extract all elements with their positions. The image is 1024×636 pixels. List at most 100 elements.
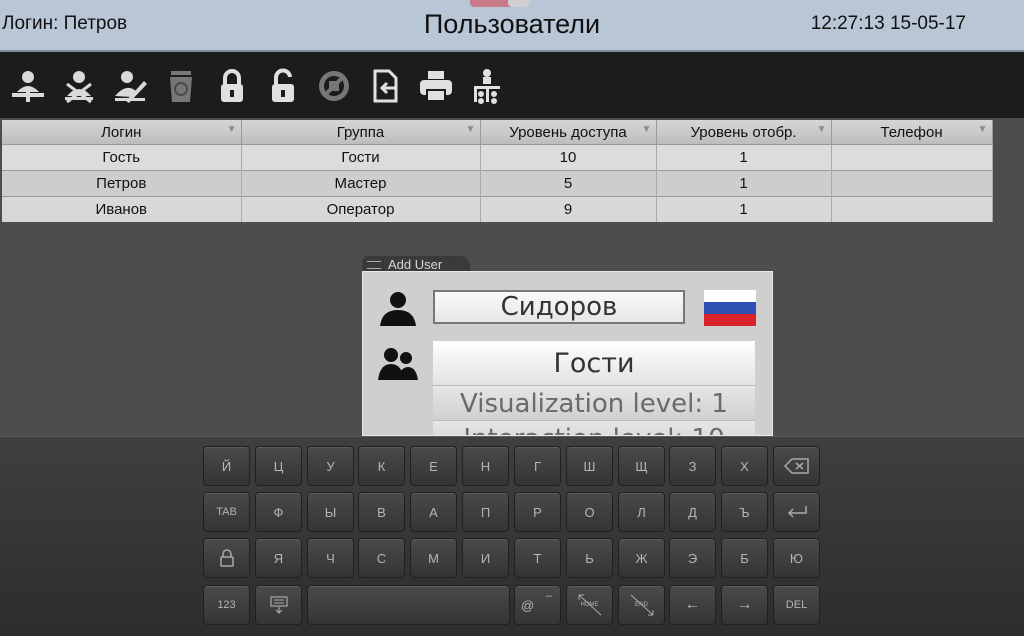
at-label: @ (521, 597, 535, 613)
edit-user-icon[interactable] (112, 67, 148, 105)
key[interactable]: Ч (307, 538, 354, 578)
home-label: HOME (580, 602, 599, 608)
delete-user-icon[interactable] (61, 67, 97, 105)
key[interactable]: Ф (255, 492, 302, 532)
export-icon[interactable] (367, 67, 403, 105)
cell-group: Мастер (241, 170, 481, 197)
column-header-access-level[interactable]: Уровень доступа ▼ (480, 120, 657, 145)
key[interactable]: Ю (773, 538, 820, 578)
key[interactable]: В (358, 492, 405, 532)
key[interactable]: П (462, 492, 509, 532)
caps-lock-key[interactable] (203, 538, 250, 578)
key[interactable]: М (410, 538, 457, 578)
group-option[interactable]: Visualization level: 1 (433, 386, 755, 421)
sort-icon: ▼ (465, 124, 476, 135)
hide-keyboard-icon (269, 596, 288, 614)
cell-group: Оператор (241, 196, 481, 222)
cell-access-level: 10 (480, 144, 657, 171)
cell-phone (831, 196, 993, 222)
key[interactable]: Э (669, 538, 716, 578)
space-key[interactable] (307, 585, 510, 625)
toolbar (0, 52, 1024, 118)
key[interactable]: Я (255, 538, 302, 578)
clock-display: 12:27:13 15-05-17 (810, 13, 966, 34)
disable-icon[interactable] (316, 67, 352, 105)
key[interactable]: З (669, 446, 716, 486)
cell-phone (831, 144, 993, 171)
right-arrow-key[interactable]: → (721, 585, 768, 625)
window-tab-handle-light (508, 0, 530, 7)
key[interactable]: Р (514, 492, 561, 532)
key[interactable]: Щ (618, 446, 665, 486)
key[interactable]: Г (514, 446, 561, 486)
enter-key[interactable] (773, 492, 820, 532)
key[interactable]: А (410, 492, 457, 532)
flag-stripe-red (704, 314, 756, 326)
group-icon (378, 346, 418, 384)
key[interactable]: Ж (618, 538, 665, 578)
key[interactable]: Х (721, 446, 768, 486)
add-user-icon[interactable] (10, 67, 46, 105)
caps-lock-icon (219, 549, 234, 567)
column-header-login[interactable]: Логин ▼ (2, 120, 242, 145)
column-header-display-level[interactable]: Уровень отобр. ▼ (656, 120, 832, 145)
cell-group: Гости (241, 144, 481, 171)
sort-icon: ▼ (816, 124, 827, 135)
group-option-selected[interactable]: Гости (433, 341, 755, 386)
key[interactable]: Т (514, 538, 561, 578)
hide-keyboard-key[interactable] (255, 585, 302, 625)
cell-display-level: 1 (656, 144, 832, 171)
key[interactable]: К (358, 446, 405, 486)
table-row[interactable]: Петров Мастер 5 1 (2, 170, 993, 197)
on-screen-keyboard: Й Ц У К Е Н Г Ш Щ З Х TAB Ф Ы В А П Р О … (0, 436, 1024, 636)
end-label: END (635, 602, 648, 608)
user-icon (378, 290, 418, 330)
print-icon[interactable] (418, 67, 454, 105)
column-header-phone[interactable]: Телефон ▼ (831, 120, 993, 145)
key[interactable]: Д (669, 492, 716, 532)
end-key[interactable]: END (618, 585, 665, 625)
table-row[interactable]: Гость Гости 10 1 (2, 144, 993, 171)
table-row[interactable]: Иванов Оператор 9 1 (2, 196, 993, 222)
backspace-key[interactable] (773, 446, 820, 486)
recycle-bin-icon[interactable] (163, 67, 199, 105)
numeric-key[interactable]: 123 (203, 585, 250, 625)
unlock-icon[interactable] (265, 67, 301, 105)
key[interactable]: Й (203, 446, 250, 486)
lock-icon[interactable] (214, 67, 250, 105)
key[interactable]: У (307, 446, 354, 486)
key[interactable]: Е (410, 446, 457, 486)
key[interactable]: Ь (566, 538, 613, 578)
sort-icon: ▼ (641, 124, 652, 135)
group-list[interactable]: Гости Visualization level: 1 Interaction… (433, 341, 755, 435)
key[interactable]: И (462, 538, 509, 578)
delete-key[interactable]: DEL (773, 585, 820, 625)
hierarchy-icon[interactable] (469, 67, 505, 105)
flag-stripe-blue (704, 302, 756, 314)
left-arrow-key[interactable]: ← (669, 585, 716, 625)
column-header-group[interactable]: Группа ▼ (241, 120, 481, 145)
cell-login: Гость (2, 144, 242, 171)
enter-icon (787, 506, 807, 518)
dash-label: – (545, 590, 552, 602)
home-key[interactable]: HOME (566, 585, 613, 625)
at-dash-key[interactable]: @ – (514, 585, 561, 625)
key[interactable]: Ъ (721, 492, 768, 532)
key[interactable]: Ы (307, 492, 354, 532)
add-user-dialog: Сидоров Гости Visualization level: 1 Int… (362, 271, 773, 436)
username-input[interactable]: Сидоров (433, 290, 685, 324)
key[interactable]: Ц (255, 446, 302, 486)
key[interactable]: Н (462, 446, 509, 486)
tab-key[interactable]: TAB (203, 492, 250, 532)
key[interactable]: Л (618, 492, 665, 532)
language-flag-button[interactable] (704, 290, 756, 326)
key[interactable]: Ш (566, 446, 613, 486)
group-option[interactable]: Interaction level: 10 (433, 421, 755, 435)
key[interactable]: С (358, 538, 405, 578)
key[interactable]: Б (721, 538, 768, 578)
dialog-title: Add User (388, 257, 443, 272)
key[interactable]: О (566, 492, 613, 532)
flag-stripe-white (704, 290, 756, 302)
sort-icon: ▼ (226, 124, 237, 135)
drag-grip-icon (367, 261, 381, 269)
